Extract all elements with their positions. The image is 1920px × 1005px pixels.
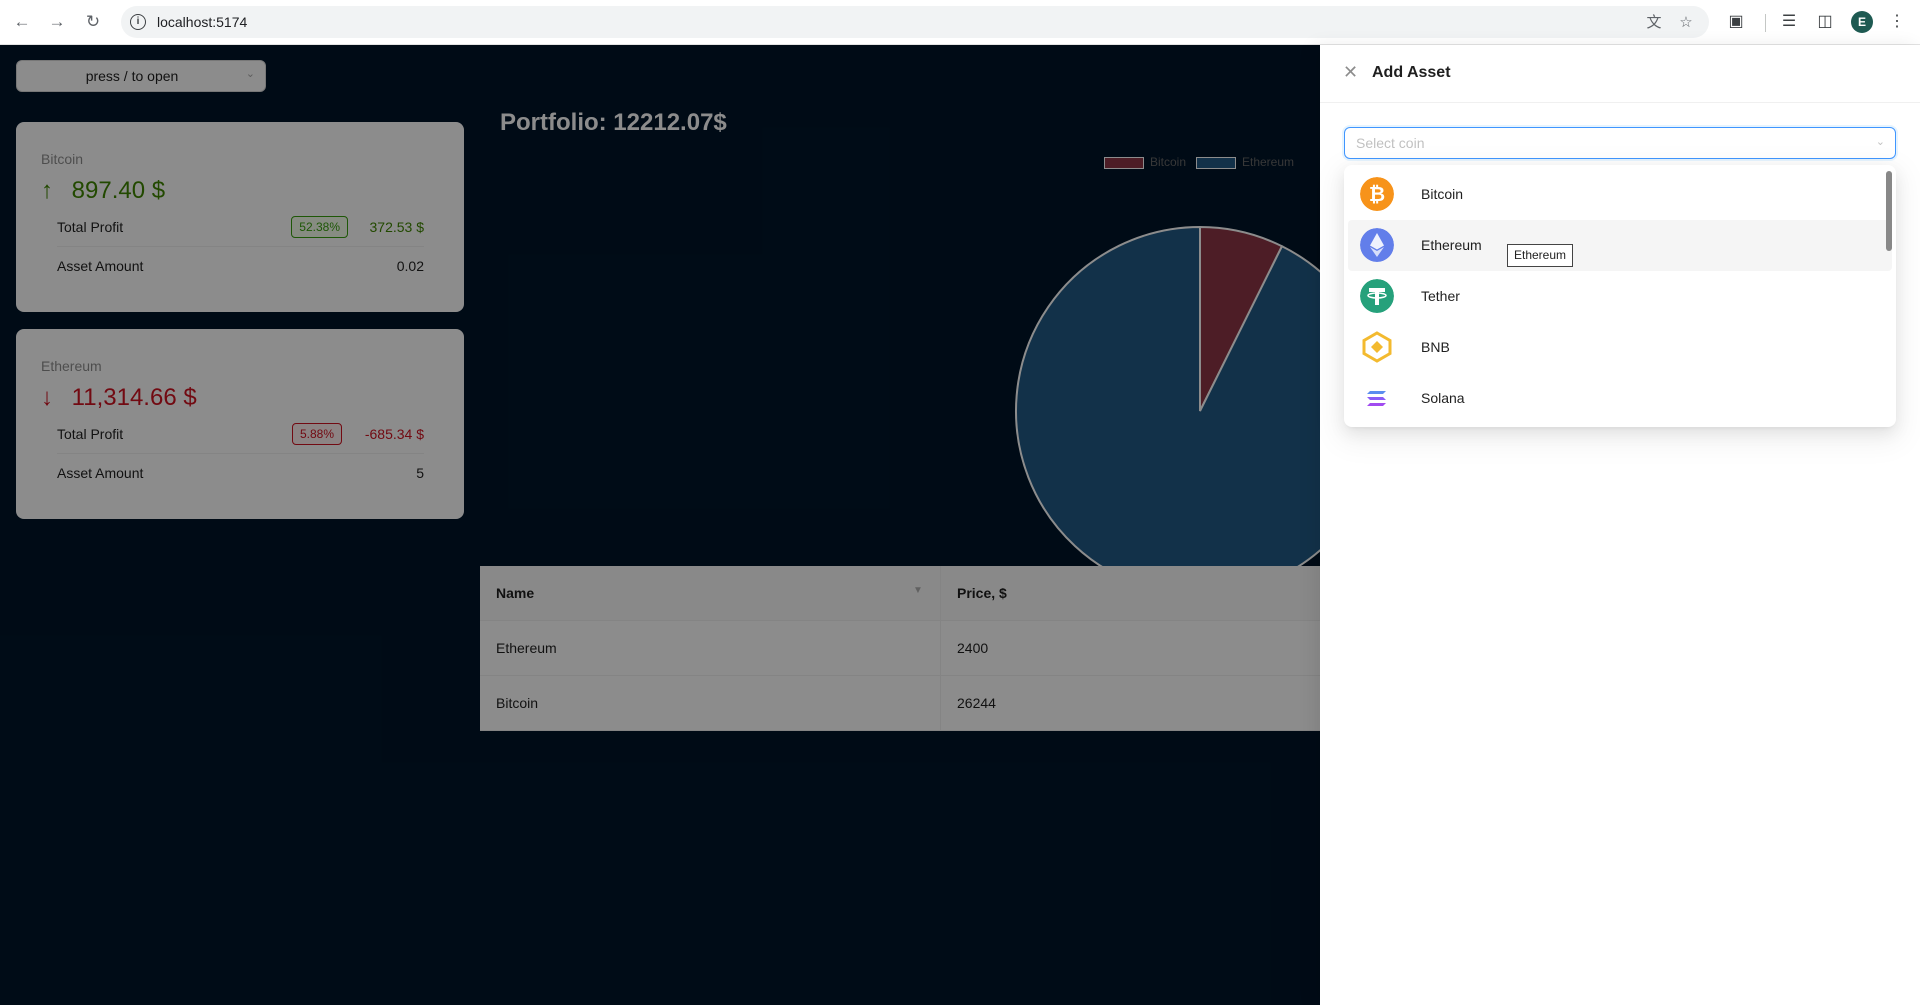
- side-panel-icon[interactable]: ◫: [1814, 11, 1836, 33]
- add-asset-drawer: ✕ Add Asset Select coin ⌄ ₿ Bitcoin Ethe…: [1320, 45, 1920, 1005]
- coin-option-solana[interactable]: Solana: [1348, 373, 1892, 424]
- coin-option-label: Bitcoin: [1421, 186, 1464, 202]
- profile-avatar[interactable]: E: [1851, 11, 1873, 33]
- coin-option-label: Tether: [1421, 288, 1460, 304]
- drawer-title: Add Asset: [1372, 64, 1451, 81]
- coin-option-tether[interactable]: Tether: [1348, 271, 1892, 322]
- url-text: localhost:5174: [157, 14, 248, 30]
- coin-option-label: Ethereum: [1421, 237, 1482, 253]
- tether-icon: [1360, 279, 1394, 313]
- browser-toolbar: ← → ↻ i localhost:5174 文 ☆ ▣ ☰ ◫ E ⋮: [0, 0, 1920, 45]
- coin-option-bitcoin[interactable]: ₿ Bitcoin: [1348, 169, 1892, 220]
- translate-icon[interactable]: 文: [1645, 14, 1663, 32]
- extensions-icon[interactable]: ▣: [1725, 11, 1747, 33]
- bnb-icon: [1360, 330, 1394, 364]
- toolbar-divider: [1765, 14, 1766, 32]
- forward-icon[interactable]: →: [45, 10, 69, 34]
- close-icon[interactable]: ✕: [1343, 62, 1358, 82]
- ethereum-icon: [1360, 228, 1394, 262]
- drawer-header: ✕ Add Asset: [1320, 45, 1920, 103]
- dropdown-scrollbar[interactable]: [1886, 171, 1892, 251]
- select-coin-placeholder: Select coin: [1356, 135, 1425, 151]
- coin-option-ethereum[interactable]: Ethereum: [1348, 220, 1892, 271]
- address-bar[interactable]: i localhost:5174 文 ☆: [121, 6, 1709, 38]
- drawer-mask[interactable]: [0, 45, 1320, 1005]
- select-coin-input[interactable]: Select coin ⌄: [1344, 127, 1896, 159]
- reload-icon[interactable]: ↻: [81, 10, 105, 34]
- bookmark-star-icon[interactable]: ☆: [1677, 14, 1695, 32]
- option-tooltip: Ethereum: [1507, 244, 1574, 267]
- coin-option-label: BNB: [1421, 339, 1450, 355]
- solana-icon: [1367, 391, 1386, 406]
- coin-option-bnb[interactable]: BNB: [1348, 322, 1892, 373]
- bitcoin-icon: ₿: [1360, 177, 1394, 211]
- svg-text:₿: ₿: [1369, 184, 1385, 206]
- coin-option-label: Solana: [1421, 390, 1465, 406]
- chevron-down-icon: ⌄: [1875, 136, 1885, 148]
- back-icon[interactable]: ←: [10, 10, 34, 34]
- menu-kebab-icon[interactable]: ⋮: [1886, 11, 1908, 33]
- site-info-icon[interactable]: i: [130, 14, 146, 30]
- media-controls-icon[interactable]: ☰: [1778, 11, 1800, 33]
- coin-dropdown: ₿ Bitcoin Ethereum Tether BNB Solana: [1344, 165, 1896, 427]
